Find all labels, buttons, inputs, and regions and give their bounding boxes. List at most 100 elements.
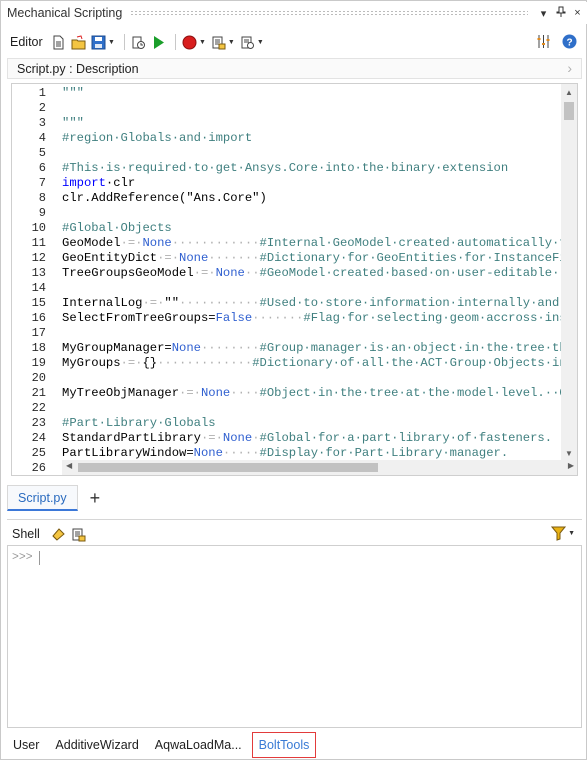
- code-line[interactable]: MyGroupManager=None········#Group·manage…: [62, 341, 561, 356]
- line-number: 13: [31, 266, 46, 280]
- tab-script-py[interactable]: Script.py: [7, 485, 78, 511]
- add-tab-button[interactable]: +: [90, 489, 101, 507]
- horizontal-scrollbar[interactable]: ◀ ▶: [62, 460, 577, 475]
- record-icon[interactable]: [181, 34, 198, 51]
- tab-user[interactable]: User: [7, 732, 45, 758]
- code-line[interactable]: import·clr: [62, 176, 135, 191]
- line-number: 9: [38, 206, 46, 220]
- code-token: #Used·to·store·information·internally·an…: [259, 296, 562, 310]
- code-line[interactable]: #Part·Library·Globals: [62, 416, 216, 431]
- code-token: MyTreeObjManager: [62, 386, 180, 400]
- code-line[interactable]: InternalLog·=·""···········#Used·to·stor…: [62, 296, 561, 311]
- code-token: None: [193, 446, 223, 460]
- snippet-icon[interactable]: [130, 34, 147, 51]
- code-token: None: [200, 386, 231, 400]
- scroll-up-icon[interactable]: ▲: [565, 88, 573, 97]
- code-line[interactable]: #region·Globals·and·import: [62, 131, 252, 146]
- code-line[interactable]: SelectFromTreeGroups=False·······#Flag·f…: [62, 311, 561, 326]
- code-line[interactable]: GeoModel·=·None············#Internal·Geo…: [62, 236, 561, 251]
- tab-bolt-tools[interactable]: BoltTools: [251, 732, 317, 758]
- filter-dropdown-chevron-icon[interactable]: ▼: [568, 530, 575, 537]
- script-tab-strip: Script.py +: [7, 483, 582, 513]
- editor-toolbar: Editor ▼ ▼ ▼ ▼ ?: [2, 30, 587, 54]
- tab-additive-wizard[interactable]: AdditiveWizard: [49, 732, 144, 758]
- code-token: False: [215, 311, 253, 325]
- code-token: ············: [171, 236, 260, 250]
- help-icon[interactable]: ?: [561, 33, 578, 50]
- save-dropdown-chevron-icon[interactable]: ▼: [108, 39, 115, 46]
- code-token: ·············: [157, 356, 253, 370]
- save-icon[interactable]: [90, 34, 107, 51]
- window-menu-button[interactable]: ▾: [536, 7, 551, 20]
- line-number: 3: [38, 116, 46, 130]
- run-icon[interactable]: [150, 34, 167, 51]
- code-line[interactable]: #Global·Objects: [62, 221, 172, 236]
- horizontal-scroll-thumb[interactable]: [78, 463, 378, 472]
- pin-button[interactable]: [553, 6, 568, 20]
- drag-grip[interactable]: [130, 10, 528, 16]
- vertical-scroll-thumb[interactable]: [564, 102, 574, 120]
- line-number: 26: [31, 461, 46, 475]
- insert-dropdown-chevron-icon[interactable]: ▼: [228, 39, 235, 46]
- debug-icon[interactable]: [239, 34, 256, 51]
- code-token: #Display·for·Part·Library·manager.: [259, 446, 509, 460]
- code-line[interactable]: TreeGroupsGeoModel·=·None··#GeoModel·cre…: [62, 266, 561, 281]
- open-folder-icon[interactable]: [70, 34, 87, 51]
- code-token: ····: [230, 386, 260, 400]
- clear-shell-icon[interactable]: [50, 526, 67, 543]
- line-number: 1: [38, 86, 46, 100]
- script-description-bar[interactable]: Script.py : Description ›: [7, 58, 582, 79]
- scroll-down-icon[interactable]: ▼: [565, 449, 573, 458]
- line-number: 19: [31, 356, 46, 370]
- close-button[interactable]: ×: [570, 7, 585, 19]
- scroll-right-icon[interactable]: ▶: [568, 461, 574, 470]
- code-token: TreeGroupsGeoModel: [62, 266, 194, 280]
- code-area[interactable]: """ """ #region·Globals·and·import #This·is…: [62, 84, 561, 475]
- new-script-icon[interactable]: [50, 34, 67, 51]
- line-number: 25: [31, 446, 46, 460]
- code-token: None: [222, 431, 253, 445]
- tab-aqwa-load-ma[interactable]: AqwaLoadMa...: [149, 732, 248, 758]
- shell-toolbar: Shell ▼: [2, 523, 587, 545]
- code-line[interactable]: MyTreeObjManager·=·None····#Object·in·th…: [62, 386, 561, 401]
- line-number: 17: [31, 326, 46, 340]
- line-number-gutter: 1 2 3 4 5 6 7 8 9 10 11 12 13 14 15 16 17 18 19 20 21 22 23 24 2…: [12, 84, 54, 475]
- code-line[interactable]: PartLibraryWindow=None·····#Display·for·…: [62, 446, 508, 461]
- code-token: None: [179, 251, 209, 265]
- text-caret: [39, 551, 40, 565]
- vertical-scrollbar[interactable]: ▲ ▼: [561, 84, 577, 462]
- code-token: clr.AddReference(: [62, 191, 187, 205]
- debug-dropdown-chevron-icon[interactable]: ▼: [257, 39, 264, 46]
- record-dropdown-chevron-icon[interactable]: ▼: [199, 39, 206, 46]
- line-number: 4: [38, 131, 46, 145]
- code-token: GeoEntityDict: [62, 251, 158, 265]
- code-editor[interactable]: 1 2 3 4 5 6 7 8 9 10 11 12 13 14 15 16 17 18 19 20 21 22 23 24 2…: [11, 83, 578, 476]
- code-token: #Flag·for·selecting·geom·accross·insta: [303, 311, 561, 325]
- insert-icon[interactable]: [210, 34, 227, 51]
- shell-snippet-icon[interactable]: [70, 526, 87, 543]
- line-number: 11: [31, 236, 46, 250]
- filter-icon[interactable]: [550, 525, 567, 542]
- code-token: #Group·manager·is·an·object·in·the·tree·…: [259, 341, 562, 355]
- shell-console[interactable]: >>>: [7, 545, 582, 728]
- chevron-right-icon[interactable]: ›: [567, 60, 572, 76]
- code-token: "": [164, 296, 180, 310]
- panel-divider[interactable]: [7, 519, 582, 520]
- scroll-left-icon[interactable]: ◀: [66, 461, 72, 470]
- code-line[interactable]: """: [62, 116, 84, 131]
- code-line[interactable]: GeoEntityDict·=·None·······#Dictionary·f…: [62, 251, 561, 266]
- code-line[interactable]: MyGroups·=·{}·············#Dictionary·of…: [62, 356, 561, 371]
- code-line[interactable]: clr.AddReference("Ans.Core"): [62, 191, 267, 206]
- code-token: #Object·in·the·tree·at·the·model·level.·…: [259, 386, 561, 400]
- code-token: ·=·: [120, 236, 143, 250]
- code-line[interactable]: """: [62, 86, 84, 101]
- toolbar-divider: [123, 34, 125, 50]
- code-token: ·clr: [105, 176, 136, 190]
- line-number: 2: [38, 101, 46, 115]
- line-number: 21: [31, 386, 46, 400]
- code-line[interactable]: #This·is·required·to·get·Ansys.Core·into…: [62, 161, 508, 176]
- code-token: ···········: [179, 296, 260, 310]
- settings-icon[interactable]: [535, 33, 552, 50]
- line-number: 14: [31, 281, 46, 295]
- code-line[interactable]: StandardPartLibrary·=·None·#Global·for·a…: [62, 431, 552, 446]
